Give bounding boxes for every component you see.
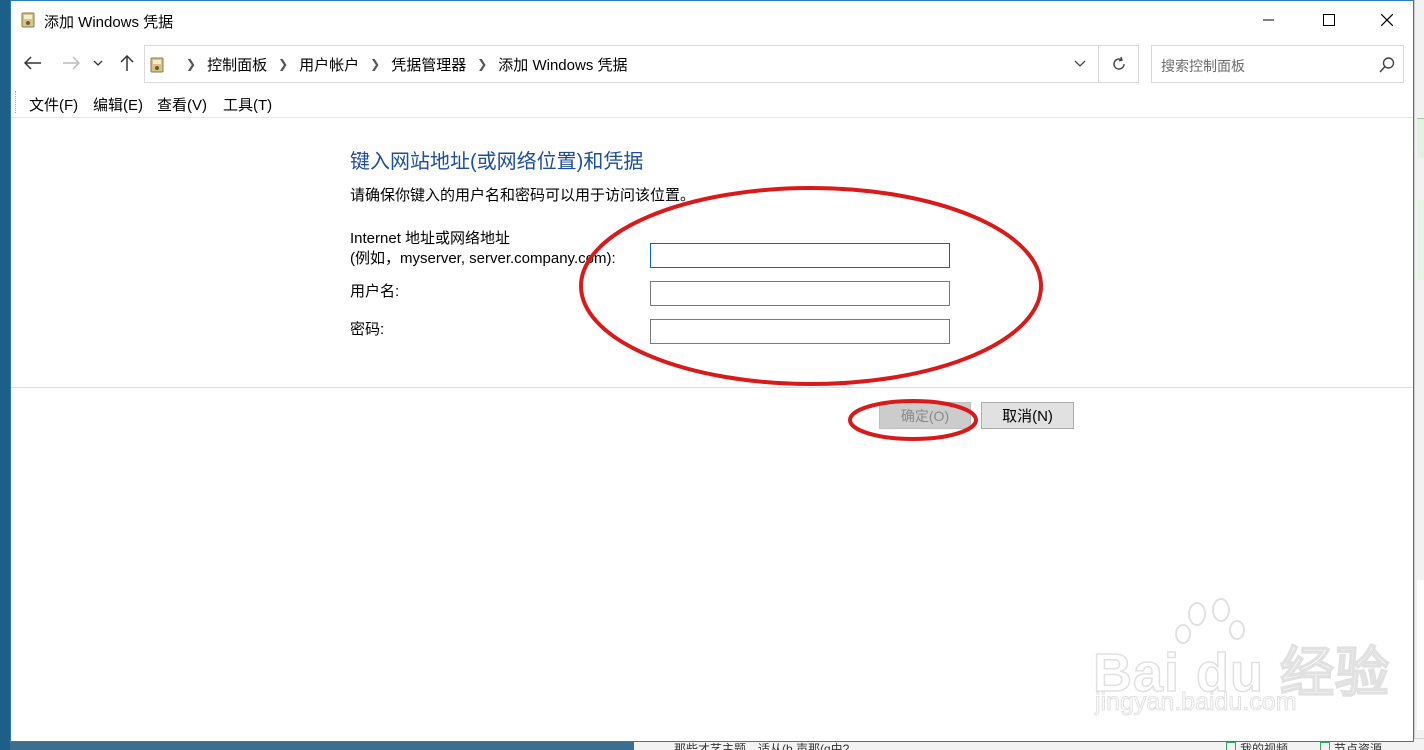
chevron-right-icon[interactable]: ❯ (477, 57, 487, 71)
search-placeholder[interactable]: 搜索控制面板 (1161, 56, 1245, 76)
breadcrumb-credential-manager[interactable]: 凭据管理器 (391, 54, 466, 75)
window-title: 添加 Windows 凭据 (44, 14, 174, 31)
forward-button[interactable] (59, 51, 83, 75)
breadcrumb-user-accounts[interactable]: 用户帐户 (299, 54, 359, 75)
baidu-jingyan-watermark: Bai du 经验 jingyan.baidu.com (1092, 596, 1390, 726)
desktop-background-left (0, 0, 10, 750)
menu-edit[interactable]: 编辑(E) (93, 94, 143, 115)
navigation-bar: ❯ 控制面板 ❯ 用户帐户 ❯ 凭据管理器 ❯ 添加 Windows 凭据 搜索… (11, 39, 1413, 87)
maximize-button[interactable] (1299, 1, 1359, 39)
credential-manager-icon (21, 12, 35, 28)
watermark-url: jingyan.baidu.com (1095, 688, 1298, 717)
url-example-label: (例如，myserver, server.company.com): (350, 250, 616, 267)
menu-view[interactable]: 查看(V) (157, 94, 207, 115)
back-arrow-icon (24, 56, 41, 70)
password-field[interactable] (650, 319, 950, 344)
refresh-button[interactable] (1099, 45, 1139, 83)
breadcrumb-add-windows-credential[interactable]: 添加 Windows 凭据 (498, 54, 627, 75)
address-bar[interactable]: ❯ 控制面板 ❯ 用户帐户 ❯ 凭据管理器 ❯ 添加 Windows 凭据 (144, 45, 1099, 83)
internet-address-field[interactable] (650, 243, 950, 268)
instruction-text: 请确保你键入的用户名和密码可以用于访问该位置。 (350, 187, 696, 204)
chevron-down-icon (1074, 60, 1086, 67)
menu-grip (15, 91, 17, 113)
credential-manager-icon (150, 57, 164, 73)
cancel-button[interactable]: 取消(N) (981, 402, 1074, 429)
search-icon[interactable] (1378, 56, 1396, 74)
chevron-right-icon[interactable]: ❯ (278, 57, 288, 71)
menu-tools[interactable]: 工具(T) (223, 94, 272, 115)
page-title: 键入网站地址(或网络位置)和凭据 (350, 151, 644, 173)
divider (11, 387, 1413, 388)
background-checkbox (1226, 742, 1236, 750)
address-dropdown-button[interactable] (1070, 54, 1090, 74)
menu-file[interactable]: 文件(F) (29, 94, 78, 115)
minimize-button[interactable] (1239, 1, 1299, 39)
ok-button[interactable]: 确定(O) (879, 402, 971, 429)
search-box[interactable]: 搜索控制面板 (1151, 45, 1404, 83)
title-bar[interactable]: 添加 Windows 凭据 (11, 1, 1413, 39)
password-label: 密码: (350, 321, 385, 338)
up-arrow-icon (120, 54, 134, 71)
refresh-icon (1112, 56, 1125, 70)
background-checkbox (1320, 742, 1330, 750)
back-button[interactable] (21, 51, 45, 75)
minimize-icon (1263, 19, 1274, 21)
up-button[interactable] (115, 51, 139, 75)
breadcrumb: ❯ 控制面板 ❯ 用户帐户 ❯ 凭据管理器 ❯ 添加 Windows 凭据 (175, 46, 627, 82)
username-field[interactable] (650, 281, 950, 306)
url-label: Internet 地址或网络地址 (350, 230, 511, 247)
forward-arrow-icon (63, 56, 80, 70)
close-icon (1381, 14, 1393, 26)
close-button[interactable] (1357, 1, 1417, 39)
menu-bar: 文件(F) 编辑(E) 查看(V) 工具(T) (11, 87, 1413, 118)
breadcrumb-control-panel[interactable]: 控制面板 (207, 54, 267, 75)
recent-locations-button[interactable] (91, 51, 105, 75)
chevron-right-icon: ❯ (186, 57, 197, 71)
username-label: 用户名: (350, 283, 400, 300)
background-window-right (1414, 0, 1424, 750)
maximize-icon (1323, 14, 1335, 26)
chevron-right-icon[interactable]: ❯ (370, 57, 380, 71)
chevron-down-icon (93, 60, 103, 66)
